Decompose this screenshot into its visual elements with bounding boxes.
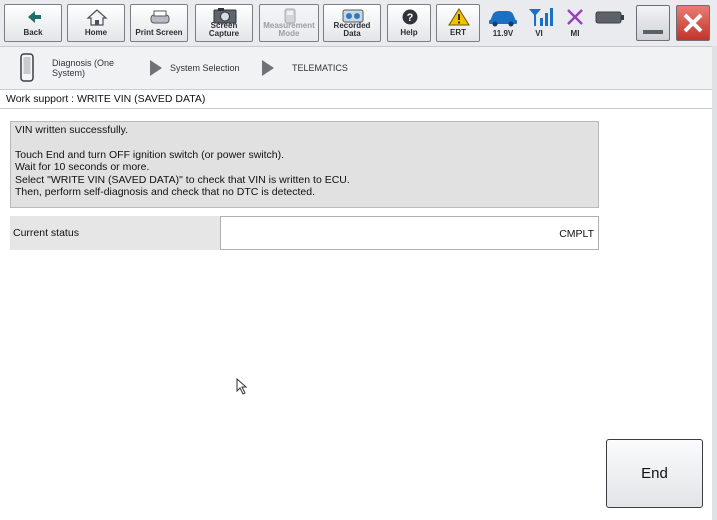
window-frame [712, 46, 717, 520]
help-icon: ? [402, 9, 418, 25]
battery-icon [595, 11, 624, 24]
mouse-cursor-icon [236, 378, 248, 395]
ert-button[interactable]: ERT [436, 4, 480, 42]
message-line: Select "WRITE VIN (SAVED DATA)" to check… [15, 173, 350, 186]
current-status-value: CMPLT [220, 216, 599, 250]
back-button[interactable]: Back [4, 4, 62, 42]
message-line: Then, perform self-diagnosis and check t… [15, 186, 315, 198]
close-icon [683, 13, 703, 33]
warning-icon [448, 8, 470, 26]
car-icon [489, 11, 517, 27]
help-button[interactable]: ? Help [387, 4, 431, 42]
battery-voltage-indicator: 11.9V [485, 4, 521, 42]
print-screen-button[interactable]: Print Screen [130, 4, 188, 42]
breadcrumb-system-selection[interactable]: System Selection [170, 63, 240, 73]
message-box: VIN written successfully. Touch End and … [10, 121, 599, 208]
breadcrumb-arrow-icon [262, 60, 274, 76]
disconnected-x-icon [567, 9, 583, 25]
toolbar: Back Home Print Screen Screen Capture Me… [0, 0, 717, 47]
phone-icon [20, 53, 34, 82]
home-button[interactable]: Home [67, 4, 125, 42]
current-status-label: Current status [10, 216, 220, 250]
breadcrumb-arrow-icon [150, 60, 162, 76]
title-divider [0, 108, 717, 109]
screen-capture-button[interactable]: Screen Capture [195, 4, 253, 42]
svg-text:?: ? [407, 12, 414, 24]
close-button[interactable] [676, 5, 710, 41]
vi-signal-indicator: VI [521, 4, 557, 42]
breadcrumb: Diagnosis (One System) System Selection … [0, 47, 717, 90]
minimize-button[interactable] [636, 5, 670, 41]
printer-icon [150, 10, 170, 24]
home-icon [86, 9, 108, 26]
message-line: Wait for 10 seconds or more. [15, 161, 150, 173]
mi-indicator: MI [557, 4, 593, 42]
recorded-data-button[interactable]: Recorded Data [323, 4, 381, 42]
breadcrumb-diagnosis-line1[interactable]: Diagnosis (One [52, 58, 114, 68]
measurement-mode-button[interactable]: Measurement Mode [259, 4, 319, 42]
back-arrow-icon [28, 11, 41, 23]
end-button[interactable]: End [606, 439, 703, 508]
page-title: Work support : WRITE VIN (SAVED DATA) [6, 93, 206, 105]
minimize-icon [643, 30, 663, 34]
breadcrumb-diagnosis-line2[interactable]: System) [52, 68, 85, 78]
message-line: Touch End and turn OFF ignition switch (… [15, 148, 285, 161]
signal-icon [529, 8, 553, 26]
breadcrumb-telematics: TELEMATICS [292, 63, 348, 73]
message-line: VIN written successfully. [15, 124, 129, 136]
